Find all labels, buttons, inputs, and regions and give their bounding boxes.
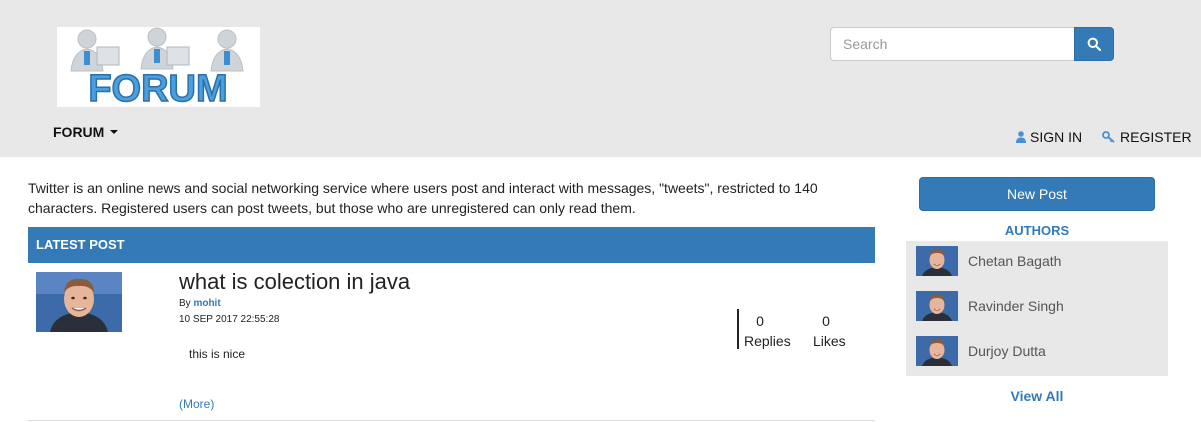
author-item[interactable]: Chetan Bagath <box>916 245 1061 277</box>
register-label: REGISTER <box>1120 129 1192 145</box>
author-avatar <box>916 336 958 366</box>
intro-text: Twitter is an online news and social net… <box>28 180 818 216</box>
post-title-link[interactable]: what is colection in java <box>179 269 410 295</box>
forum-logo-graphic: FORUM <box>57 27 260 111</box>
key-icon <box>1102 131 1115 143</box>
site-header: FORUM FORUM SIGN IN REGISTER <box>0 0 1201 157</box>
search-icon <box>1087 37 1102 51</box>
search-input[interactable] <box>830 27 1075 61</box>
forum-dropdown-menu[interactable]: FORUM <box>53 124 119 140</box>
replies-label: Replies <box>744 333 791 349</box>
avatar-image <box>36 272 122 332</box>
likes-count: 0 <box>822 313 830 329</box>
author-avatar <box>916 246 958 276</box>
post-excerpt: this is nice <box>189 347 246 361</box>
author-item[interactable]: Ravinder Singh <box>916 290 1064 322</box>
logo-text: FORUM <box>88 68 227 107</box>
author-avatar <box>916 291 958 321</box>
authors-heading: AUTHORS <box>1004 223 1070 238</box>
forum-menu-label: FORUM <box>53 124 105 140</box>
author-name: Durjoy Dutta <box>968 343 1046 359</box>
likes-label: Likes <box>813 333 846 349</box>
register-link[interactable]: REGISTER <box>1102 129 1192 145</box>
user-icon <box>1016 131 1026 143</box>
author-name: Ravinder Singh <box>968 298 1064 314</box>
new-post-button[interactable]: New Post <box>919 177 1155 211</box>
site-logo[interactable]: FORUM <box>57 27 260 111</box>
post-byline: By mohit <box>179 298 221 309</box>
replies-count: 0 <box>756 313 764 329</box>
search-button[interactable] <box>1074 27 1114 61</box>
post-author-link[interactable]: mohit <box>193 298 220 309</box>
authors-list: Chetan Bagath Ravinder Singh Durjoy Dutt… <box>906 241 1168 376</box>
post-divider <box>28 420 875 421</box>
caret-down-icon <box>110 130 119 134</box>
author-item[interactable]: Durjoy Dutta <box>916 335 1046 367</box>
post-author-avatar[interactable] <box>36 272 122 332</box>
stats-divider <box>737 309 739 349</box>
view-all-authors-link[interactable]: View All <box>906 388 1168 404</box>
post-date: 10 SEP 2017 22:55:28 <box>179 314 280 325</box>
sign-in-label: SIGN IN <box>1030 129 1083 145</box>
post-by-prefix: By <box>179 298 191 309</box>
author-name: Chetan Bagath <box>968 253 1062 269</box>
sign-in-link[interactable]: SIGN IN <box>1016 129 1082 145</box>
search-bar <box>830 27 1114 61</box>
latest-post-heading: LATEST POST <box>28 227 875 263</box>
post-more-link[interactable]: (More) <box>179 397 214 411</box>
